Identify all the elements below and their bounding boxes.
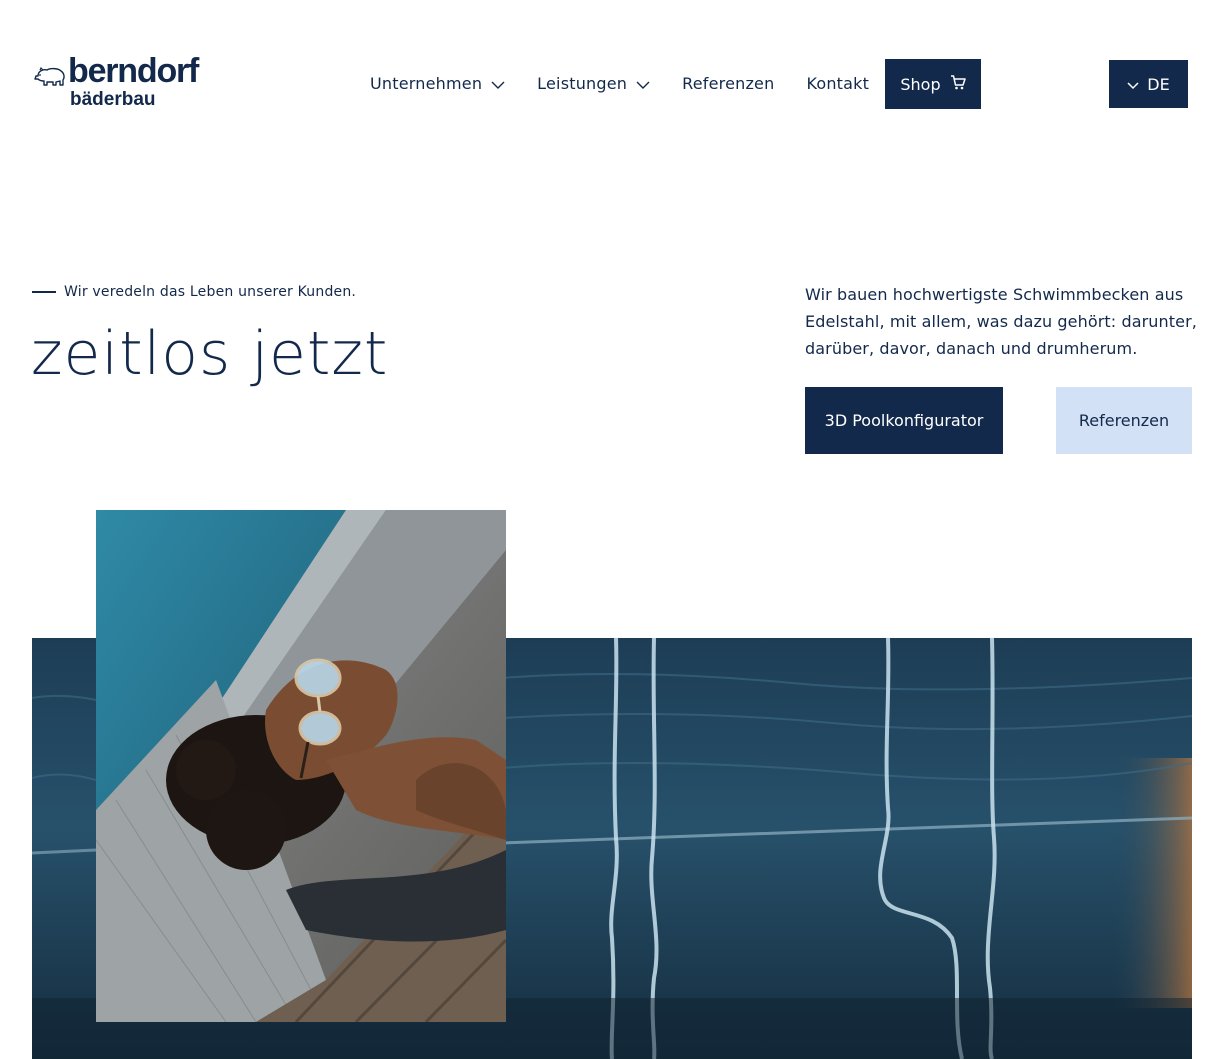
logo-subline: bäderbau — [70, 89, 156, 110]
nav-item-unternehmen[interactable]: Unternehmen — [370, 72, 505, 94]
language-select[interactable]: DE — [1109, 60, 1188, 108]
eyebrow-dash — [32, 291, 56, 293]
nav-item-referenzen[interactable]: Referenzen — [682, 74, 774, 93]
chevron-down-icon — [636, 75, 650, 94]
hero-eyebrow: Wir veredeln das Leben unserer Kunden. — [32, 284, 356, 300]
language-label: DE — [1147, 74, 1170, 94]
nav-item-label: Unternehmen — [370, 73, 483, 93]
logo-wordmark: berndorf — [68, 52, 199, 90]
shop-button[interactable]: Shop — [885, 59, 981, 109]
woman-poolside-photo — [96, 510, 506, 1022]
chevron-down-icon — [1127, 75, 1139, 94]
nav-item-kontakt[interactable]: Kontakt — [806, 74, 869, 93]
shop-button-label: Shop — [900, 74, 941, 94]
pool-configurator-button[interactable]: 3D Poolkonfigurator — [805, 387, 1003, 454]
chevron-down-icon — [491, 75, 505, 94]
cart-icon — [950, 74, 966, 94]
nav-item-label: Leistungen — [537, 73, 628, 93]
bear-icon — [34, 66, 66, 92]
logo[interactable]: berndorf bäderbau — [34, 54, 214, 112]
nav-item-leistungen[interactable]: Leistungen — [537, 72, 650, 94]
hero-intro: Wir bauen hochwertigste Schwimmbecken au… — [805, 285, 1197, 358]
nav-item-label: Referenzen — [682, 73, 775, 93]
eyebrow-text: Wir veredeln das Leben unserer Kunden. — [64, 284, 357, 300]
page-title: zeitlos jetzt — [31, 319, 389, 389]
main-nav: Unternehmen Leistungen Referenzen Kontak… — [370, 70, 901, 96]
references-button[interactable]: Referenzen — [1056, 387, 1192, 454]
nav-item-label: Kontakt — [806, 73, 870, 93]
